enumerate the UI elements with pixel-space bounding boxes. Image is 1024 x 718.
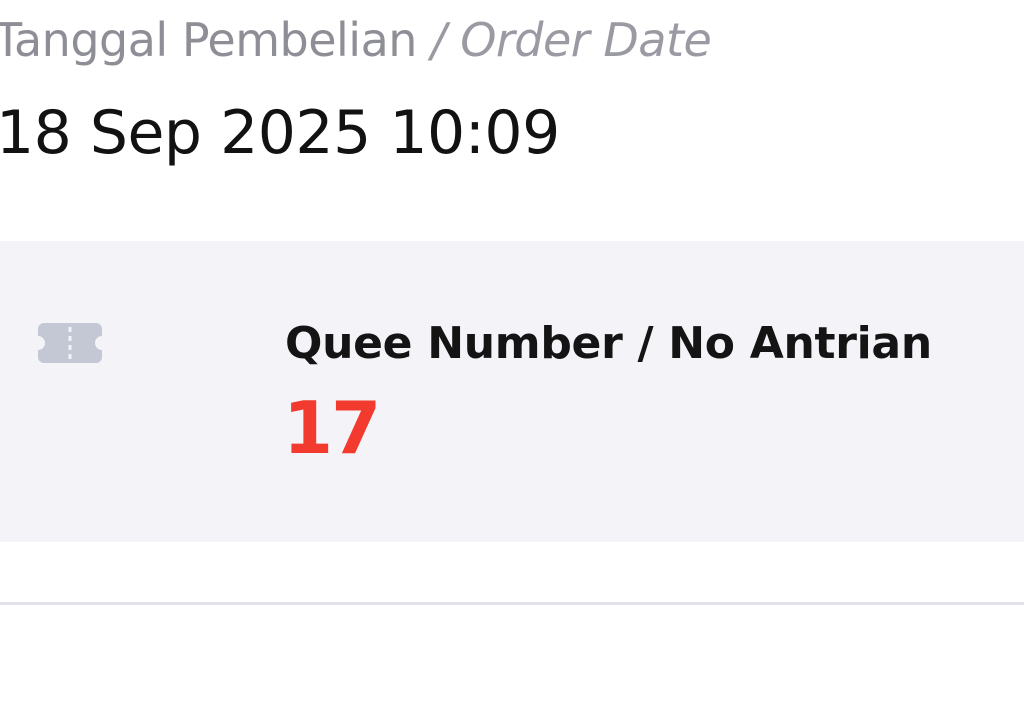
order-date-value: 18 Sep 2025 10:09 — [0, 98, 560, 168]
queue-number-value: 17 — [283, 386, 381, 470]
queue-number-label: Quee Number / No Antrian — [285, 318, 932, 369]
divider — [0, 602, 1024, 605]
order-date-label-separator: / — [416, 13, 461, 67]
order-date-label-secondary: Order Date — [460, 13, 712, 67]
order-date-label-primary: Tanggal Pembelian — [0, 13, 417, 67]
order-date-label: Tanggal Pembelian / Order Date — [0, 12, 712, 68]
queue-number-card: Quee Number / No Antrian 17 — [0, 241, 1024, 542]
ticket-icon — [38, 323, 102, 363]
